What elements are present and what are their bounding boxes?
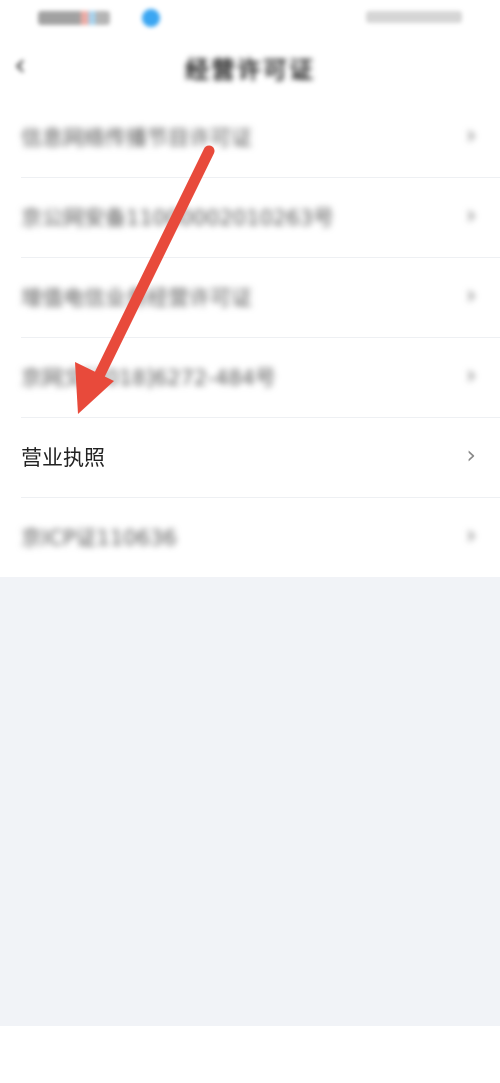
license-list: 信息网络传播节目许可证 › 京公网安备11000002010263号 › 增值电… [0,98,500,577]
status-icons-left [38,9,160,27]
chevron-right-icon: › [466,441,476,469]
signal-icon [38,11,110,25]
list-item-label: 京网文[2018]6272-484号 [21,366,276,390]
list-item-label: 增值电信业务经营许可证 [21,286,252,310]
list-item-label: 京公网安备11000002010263号 [21,206,335,230]
nav-bar: ‹ 经营许可证 [0,36,500,98]
list-item-business-license[interactable]: 营业执照 › [21,418,500,498]
notification-icon [142,9,160,27]
chevron-right-icon: › [466,361,476,389]
list-item-label: 信息网络传播节目许可证 [21,126,252,150]
list-item-1[interactable]: 信息网络传播节目许可证 › [21,98,500,178]
list-item-label: 营业执照 [21,446,105,470]
status-bar [0,0,500,36]
list-item-6[interactable]: 京ICP证110636 › [21,498,500,577]
chevron-right-icon: › [466,121,476,149]
chevron-right-icon: › [466,281,476,309]
battery-icon [366,11,462,23]
list-item-4[interactable]: 京网文[2018]6272-484号 › [21,338,500,418]
list-item-2[interactable]: 京公网安备11000002010263号 › [21,178,500,258]
screen: ‹ 经营许可证 信息网络传播节目许可证 › 京公网安备1100000201026… [0,0,500,1083]
page-title: 经营许可证 [185,56,315,84]
list-item-3[interactable]: 增值电信业务经营许可证 › [21,258,500,338]
chevron-right-icon: › [466,201,476,229]
bottom-strip [0,1026,500,1083]
chevron-right-icon: › [466,521,476,549]
list-item-label: 京ICP证110636 [21,526,177,550]
